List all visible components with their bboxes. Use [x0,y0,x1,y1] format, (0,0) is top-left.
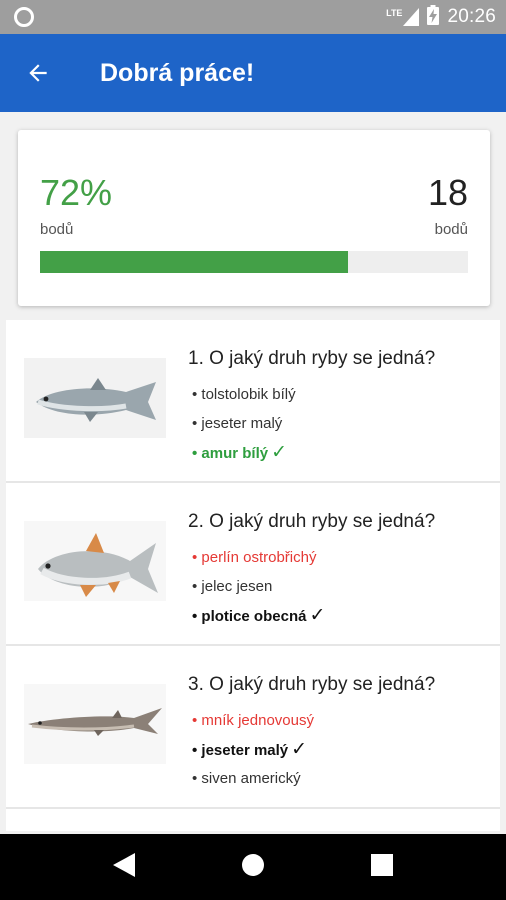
check-icon: ✓ [291,739,308,760]
score-progress-bar [40,251,468,273]
nav-home-button[interactable] [241,853,265,882]
answer-option-correct: • jeseter malý ✓ [192,739,308,760]
score-percent-label: bodů [40,221,74,238]
question-card: 3. O jaký druh ryby se jedná? • mník jed… [6,646,500,809]
answer-option-correct: • plotice obecná ✓ [192,605,326,626]
battery-charging-icon [427,4,440,30]
question-title: 3. O jaký druh ryby se jedná? [188,674,436,695]
status-time: 20:26 [447,6,496,27]
lte-signal-icon: LTE [386,8,420,26]
check-icon: ✓ [309,605,326,626]
answer-option: • jelec jesen [192,578,273,595]
answer-option: • jeseter malý [192,415,283,432]
nav-recents-icon [371,853,393,876]
score-points: 18 [427,172,468,213]
notification-circle-icon [14,7,34,27]
fish-plotice-icon [24,521,166,601]
question-title: 2. O jaký druh ryby se jedná? [188,511,436,532]
nav-back-button[interactable] [113,852,135,882]
fish-jeseter-icon [24,684,166,764]
answer-options: • tolstolobik bílý • jeseter malý • amur… [192,380,296,467]
answer-option-wrong: • perlín ostrobřichý [192,549,317,566]
network-type-label: LTE [386,8,403,18]
answer-options: • mník jednovousý • jeseter malý ✓ • sive… [192,706,314,793]
arrow-left-icon [29,64,47,82]
back-button[interactable] [6,34,70,112]
question-title: 1. O jaký druh ryby se jedná? [188,348,436,369]
nav-home-icon [242,853,264,876]
answer-option: • siven americký [192,770,301,787]
score-card: 72% 18 bodů bodů [18,130,490,306]
answer-option-correct: • amur bílý ✓ [192,442,288,463]
system-nav-bar [0,834,506,900]
app-bar: Dobrá práce! [0,34,506,112]
nav-back-icon [113,852,135,877]
page-title: Dobrá práce! [100,58,255,87]
answer-option: • tolstolobik bílý [192,386,296,403]
answer-options: • perlín ostrobřichý • jelec jesen • plo… [192,543,325,630]
status-icons: LTE 20:26 [386,4,496,30]
check-icon: ✓ [271,442,288,463]
question-card: 1. O jaký druh ryby se jedná? • tolstolo… [6,320,500,483]
fish-amur-icon [24,358,166,438]
score-progress-fill [40,251,349,273]
score-points-label: bodů [434,221,468,238]
question-card-partial [6,809,500,831]
status-bar: LTE 20:26 [0,0,506,34]
question-list: 1. O jaký druh ryby se jedná? • tolstolo… [6,320,500,831]
question-card: 2. O jaký druh ryby se jedná? • perlín o… [6,483,500,646]
answer-option-wrong: • mník jednovousý [192,712,314,729]
nav-recents-button[interactable] [371,853,393,881]
score-percent: 72% [40,172,113,213]
